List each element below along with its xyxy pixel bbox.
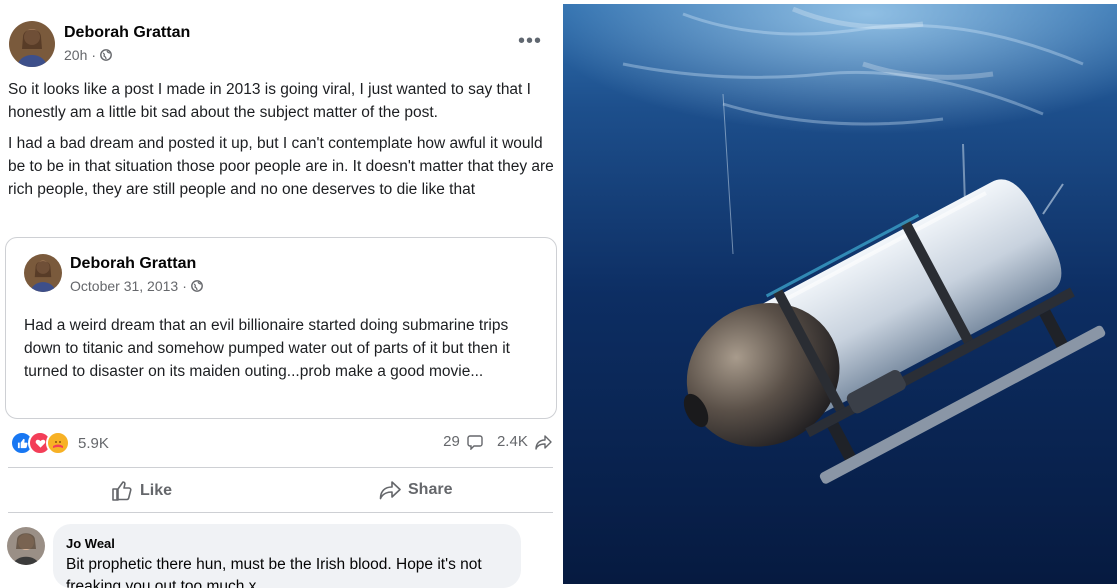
comment-count[interactable]: 29 <box>443 433 483 451</box>
comment-icon <box>467 434 483 451</box>
post-paragraph-1: So it looks like a post I made in 2013 i… <box>8 81 531 121</box>
facebook-post-screenshot: Deborah Grattan 20h · ••• So it looks li… <box>0 0 560 588</box>
like-label[interactable]: Like <box>140 482 172 500</box>
author-name[interactable]: Deborah Grattan <box>64 24 190 42</box>
reaction-summary[interactable]: 5.9K <box>10 431 109 455</box>
share-count-value[interactable]: 2.4K <box>497 433 528 450</box>
share-count[interactable]: 2.4K <box>497 433 552 450</box>
divider <box>8 467 553 468</box>
share-arrow-icon <box>535 434 552 450</box>
author-avatar[interactable] <box>9 21 55 67</box>
shared-post-card[interactable]: Deborah Grattan October 31, 2013 · Had a… <box>5 237 557 419</box>
shared-author-name[interactable]: Deborah Grattan <box>70 255 196 273</box>
engagement-counts: 29 2.4K <box>443 433 552 451</box>
comment-count-value[interactable]: 29 <box>443 433 460 450</box>
shared-post-timestamp[interactable]: October 31, 2013 · <box>70 278 203 294</box>
commenter-name[interactable]: Jo Weal <box>66 536 115 551</box>
globe-icon <box>190 280 203 292</box>
globe-icon <box>100 49 112 61</box>
divider <box>8 512 553 513</box>
more-options-icon[interactable]: ••• <box>518 30 542 53</box>
submersible-image <box>563 4 1117 584</box>
submersible-photo <box>563 4 1117 584</box>
post-time[interactable]: 20h <box>64 47 87 63</box>
commenter-avatar[interactable] <box>7 527 45 565</box>
comment-text: Bit prophetic there hun, must be the Iri… <box>66 556 482 588</box>
shared-post-date[interactable]: October 31, 2013 <box>70 278 178 294</box>
share-label[interactable]: Share <box>408 481 452 499</box>
care-reaction-icon <box>46 431 70 455</box>
like-button[interactable]: Like <box>111 480 172 502</box>
reaction-count[interactable]: 5.9K <box>78 435 109 452</box>
share-icon <box>379 481 401 500</box>
thumbs-up-icon <box>112 481 132 501</box>
shared-post-text: Had a weird dream that an evil billionai… <box>24 317 510 380</box>
comment-bubble[interactable]: Jo Weal Bit prophetic there hun, must be… <box>53 524 521 588</box>
shared-author-avatar[interactable] <box>24 254 62 292</box>
post-paragraph-2: I had a bad dream and posted it up, but … <box>8 135 554 198</box>
share-button[interactable]: Share <box>379 480 452 500</box>
post-timestamp[interactable]: 20h · <box>64 47 112 63</box>
